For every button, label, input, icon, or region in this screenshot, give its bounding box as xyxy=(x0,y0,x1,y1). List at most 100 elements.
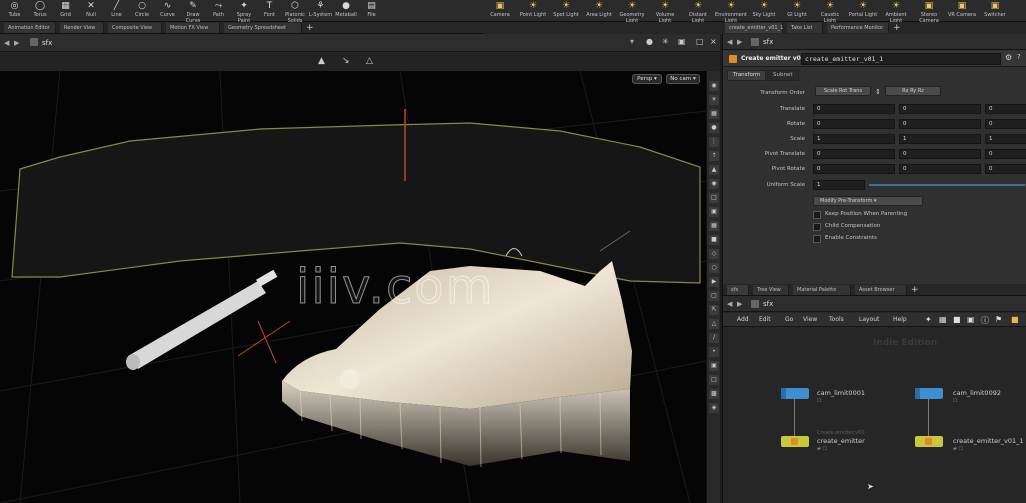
select-tool-icon[interactable]: ▲ xyxy=(318,56,325,66)
tab-material-palette[interactable]: Material Palette xyxy=(793,285,851,295)
secure-selection-icon[interactable]: ◈ xyxy=(709,403,719,413)
tab-composite-view[interactable]: Composite View xyxy=(108,23,162,33)
point-mode-icon[interactable]: • xyxy=(709,347,719,357)
shelf-light-tool[interactable]: ☀ Distant Light xyxy=(682,1,714,24)
ghost-icon[interactable]: □ xyxy=(709,193,719,203)
shelf-tool[interactable]: ▤ File xyxy=(359,1,384,21)
group-mode-icon[interactable]: ▩ xyxy=(709,389,719,399)
wrench-icon[interactable]: ✦ xyxy=(925,315,932,324)
lighting-icon[interactable]: ☀ xyxy=(709,95,719,105)
shelf-tool[interactable]: ▦ Grid xyxy=(53,1,78,21)
grid-toggle-icon[interactable]: ▦ xyxy=(709,221,719,231)
shelf-tool[interactable]: ⚘ L-System xyxy=(308,1,333,21)
shelf-light-tool[interactable]: ▣ Camera xyxy=(484,1,516,21)
persp-menu[interactable]: Persp ▾ xyxy=(632,74,662,84)
shelf-light-tool[interactable]: ☀ Geometry Light xyxy=(616,1,648,24)
uniform-scale-slider[interactable] xyxy=(869,184,1025,186)
forward-arrow-icon[interactable]: ▶ xyxy=(737,38,742,46)
back-arrow-icon[interactable]: ◀ xyxy=(727,38,732,46)
tab-transform[interactable]: Transform xyxy=(727,70,767,81)
enable-constraints-checkbox[interactable] xyxy=(813,235,821,243)
transform-value-field[interactable]: 0 xyxy=(899,164,981,174)
layout-icon[interactable]: ▦ xyxy=(939,315,947,324)
shelf-tool[interactable]: ○ Circle xyxy=(130,1,155,21)
tab-sfx[interactable]: sfx xyxy=(727,285,749,295)
tab-asset-browser[interactable]: Asset Browser xyxy=(855,285,907,295)
pin-icon[interactable]: ● xyxy=(646,37,653,46)
transform-value-field[interactable]: 0 xyxy=(813,149,895,159)
shelf-tool[interactable]: ✎ Draw Curve xyxy=(181,1,206,24)
camera-menu[interactable]: No cam ▾ xyxy=(666,74,700,84)
info-icon[interactable]: ⓘ xyxy=(981,315,989,326)
shelf-light-tool[interactable]: ☀ Volume Light xyxy=(649,1,681,24)
tab-geometry-spreadsheet[interactable]: Geometry Spreadsheet xyxy=(224,23,302,33)
shelf-light-tool[interactable]: ☀ Point Light xyxy=(517,1,549,21)
edge-mode-icon[interactable]: ∕ xyxy=(709,333,719,343)
shelf-light-tool[interactable]: ▣ Switcher xyxy=(979,1,1011,21)
transform-value-field[interactable]: 0 xyxy=(985,164,1026,174)
shelf-tool[interactable]: ◎ Tube xyxy=(2,1,27,21)
cylinder-object[interactable] xyxy=(126,269,278,370)
camera-lock-icon[interactable]: ▣ xyxy=(709,207,719,217)
grid-view-icon[interactable]: ▣ xyxy=(967,315,975,324)
network-menu-item[interactable]: Layout xyxy=(859,316,879,323)
shelf-light-tool[interactable]: ☀ Sky Light xyxy=(748,1,780,21)
spinner-icon[interactable]: ⇕ xyxy=(875,88,881,96)
shelf-tool[interactable]: ✦ Spray Paint xyxy=(232,1,257,24)
network-menu-item[interactable]: Edit xyxy=(759,316,771,323)
node-name-field[interactable]: create_emitter_v01_1 xyxy=(801,53,1001,65)
visibility-icon[interactable]: ◉ xyxy=(709,179,719,189)
network-menu-item[interactable]: Tools xyxy=(829,316,844,323)
transform-value-field[interactable]: 0 xyxy=(899,119,981,129)
tab-render-view[interactable]: Render View xyxy=(60,23,104,33)
child-compensation-checkbox[interactable] xyxy=(813,223,821,231)
forward-arrow-icon[interactable]: ▶ xyxy=(737,300,742,308)
tab-parameters[interactable]: create_emitter_v01_1 xyxy=(725,23,783,33)
path-dropdown-icon[interactable]: ▾ xyxy=(630,37,634,46)
shelf-tool[interactable]: ╱ Line xyxy=(104,1,129,21)
modify-pre-transform-menu[interactable]: Modify Pre-Transform ▾ xyxy=(813,196,923,206)
node-cam-limit0001[interactable] xyxy=(781,388,809,399)
params-path[interactable]: sfx xyxy=(763,36,773,48)
move-tool-icon[interactable]: ↘ xyxy=(342,56,350,66)
uniform-scale-field[interactable]: 1 xyxy=(813,180,865,190)
select-mode-icon[interactable]: ⇱ xyxy=(709,305,719,315)
transform-value-field[interactable]: 1 xyxy=(985,134,1026,144)
list-icon[interactable]: ■ xyxy=(953,315,961,324)
normals-icon[interactable]: ↑ xyxy=(709,151,719,161)
view-options-icon[interactable]: ◉ xyxy=(709,81,719,91)
transform-value-field[interactable]: 1 xyxy=(813,134,895,144)
shelf-tool[interactable]: ∿ Curve xyxy=(155,1,180,21)
help-icon[interactable]: ? xyxy=(1017,53,1021,61)
node-cam-limit0092[interactable] xyxy=(915,388,943,399)
background-icon[interactable]: ■ xyxy=(709,235,719,245)
shelf-tool[interactable]: ⬡ Platonic Solids xyxy=(283,1,308,24)
add-tab-icon[interactable]: + xyxy=(306,22,314,34)
display-points-icon[interactable]: ⋮ xyxy=(709,137,719,147)
shelf-light-tool[interactable]: ☀ Spot Light xyxy=(550,1,582,21)
transform-value-field[interactable]: 0 xyxy=(985,149,1026,159)
forward-arrow-icon[interactable]: ▶ xyxy=(14,39,19,47)
transform-value-field[interactable]: 0 xyxy=(813,119,895,129)
transform-value-field[interactable]: 0 xyxy=(985,104,1026,114)
transform-value-field[interactable]: 0 xyxy=(899,149,981,159)
poly-mode-icon[interactable]: △ xyxy=(709,319,719,329)
scene-viewport[interactable]: Persp ▾ No cam ▾ iiiv.com xyxy=(0,71,706,503)
flipbook-icon[interactable]: ▶ xyxy=(709,277,719,287)
network-path[interactable]: sfx xyxy=(763,298,773,310)
shelf-tool[interactable]: ◯ Torus xyxy=(28,1,53,21)
shading-icon[interactable]: ● xyxy=(709,123,719,133)
transform-order-menu[interactable]: Scale Rot Trans xyxy=(815,86,871,96)
shelf-light-tool[interactable]: ☀ Ambient Light xyxy=(880,1,912,24)
tab-subnet[interactable]: Subnet xyxy=(767,70,799,81)
handle-toggle-icon[interactable]: ○ xyxy=(709,263,719,273)
transform-value-field[interactable]: 0 xyxy=(813,104,895,114)
transform-value-field[interactable]: 0 xyxy=(985,119,1026,129)
back-arrow-icon[interactable]: ◀ xyxy=(727,300,732,308)
transform-value-field[interactable]: 0 xyxy=(899,104,981,114)
add-tab-icon[interactable]: + xyxy=(893,22,901,34)
shelf-light-tool[interactable]: ▣ VR Camera xyxy=(946,1,978,21)
add-tab-icon[interactable]: + xyxy=(911,284,919,296)
back-arrow-icon[interactable]: ◀ xyxy=(4,39,9,47)
tab-performance-monitor[interactable]: Performance Monitor xyxy=(827,23,889,33)
